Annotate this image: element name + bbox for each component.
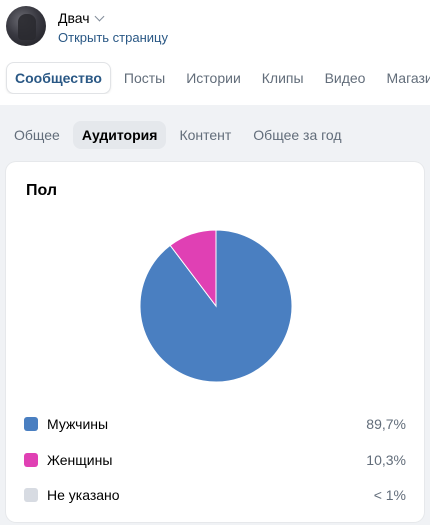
tab-stories[interactable]: Истории [178,63,249,93]
subtab-content[interactable]: Контент [170,121,240,149]
card-title: Пол [26,182,58,199]
gender-pie-chart [139,229,293,383]
tab-video[interactable]: Видео [317,63,374,93]
legend-swatch-unknown [24,488,38,502]
profile-switcher[interactable]: Двач [58,10,104,26]
subtab-audience[interactable]: Аудитория [72,121,167,149]
sub-tabs: Общее Аудитория Контент Общее за год [0,120,430,150]
legend-row-female: Женщины 10,3% [24,450,406,470]
legend-label: Не указано [47,487,120,503]
tab-clips[interactable]: Клипы [254,63,312,93]
subtab-general[interactable]: Общее [5,121,69,149]
legend-swatch-male [24,417,38,431]
profile-name: Двач [58,10,90,26]
avatar-figure [18,14,36,40]
header-area: Двач Открыть страницу Сообщество Посты И… [0,0,430,105]
open-page-link[interactable]: Открыть страницу [58,30,168,45]
legend-label: Женщины [47,452,113,468]
avatar[interactable] [6,6,46,46]
legend-row-unknown: Не указано < 1% [24,485,406,505]
legend-value: 89,7% [366,416,406,432]
chevron-down-icon [94,11,104,21]
subtab-yearly[interactable]: Общее за год [244,121,350,149]
gender-card: Пол Мужчины 89,7% Женщины 10,3% Не указа… [6,162,424,522]
legend-swatch-female [24,453,38,467]
legend-label: Мужчины [47,416,109,432]
legend-value: 10,3% [366,452,406,468]
tab-market[interactable]: Магазин [378,63,430,93]
tab-community[interactable]: Сообщество [6,62,111,94]
main-tabs: Сообщество Посты Истории Клипы Видео Маг… [0,62,430,94]
legend-value: < 1% [373,487,406,503]
tab-posts[interactable]: Посты [116,63,173,93]
legend-row-male: Мужчины 89,7% [24,414,406,434]
